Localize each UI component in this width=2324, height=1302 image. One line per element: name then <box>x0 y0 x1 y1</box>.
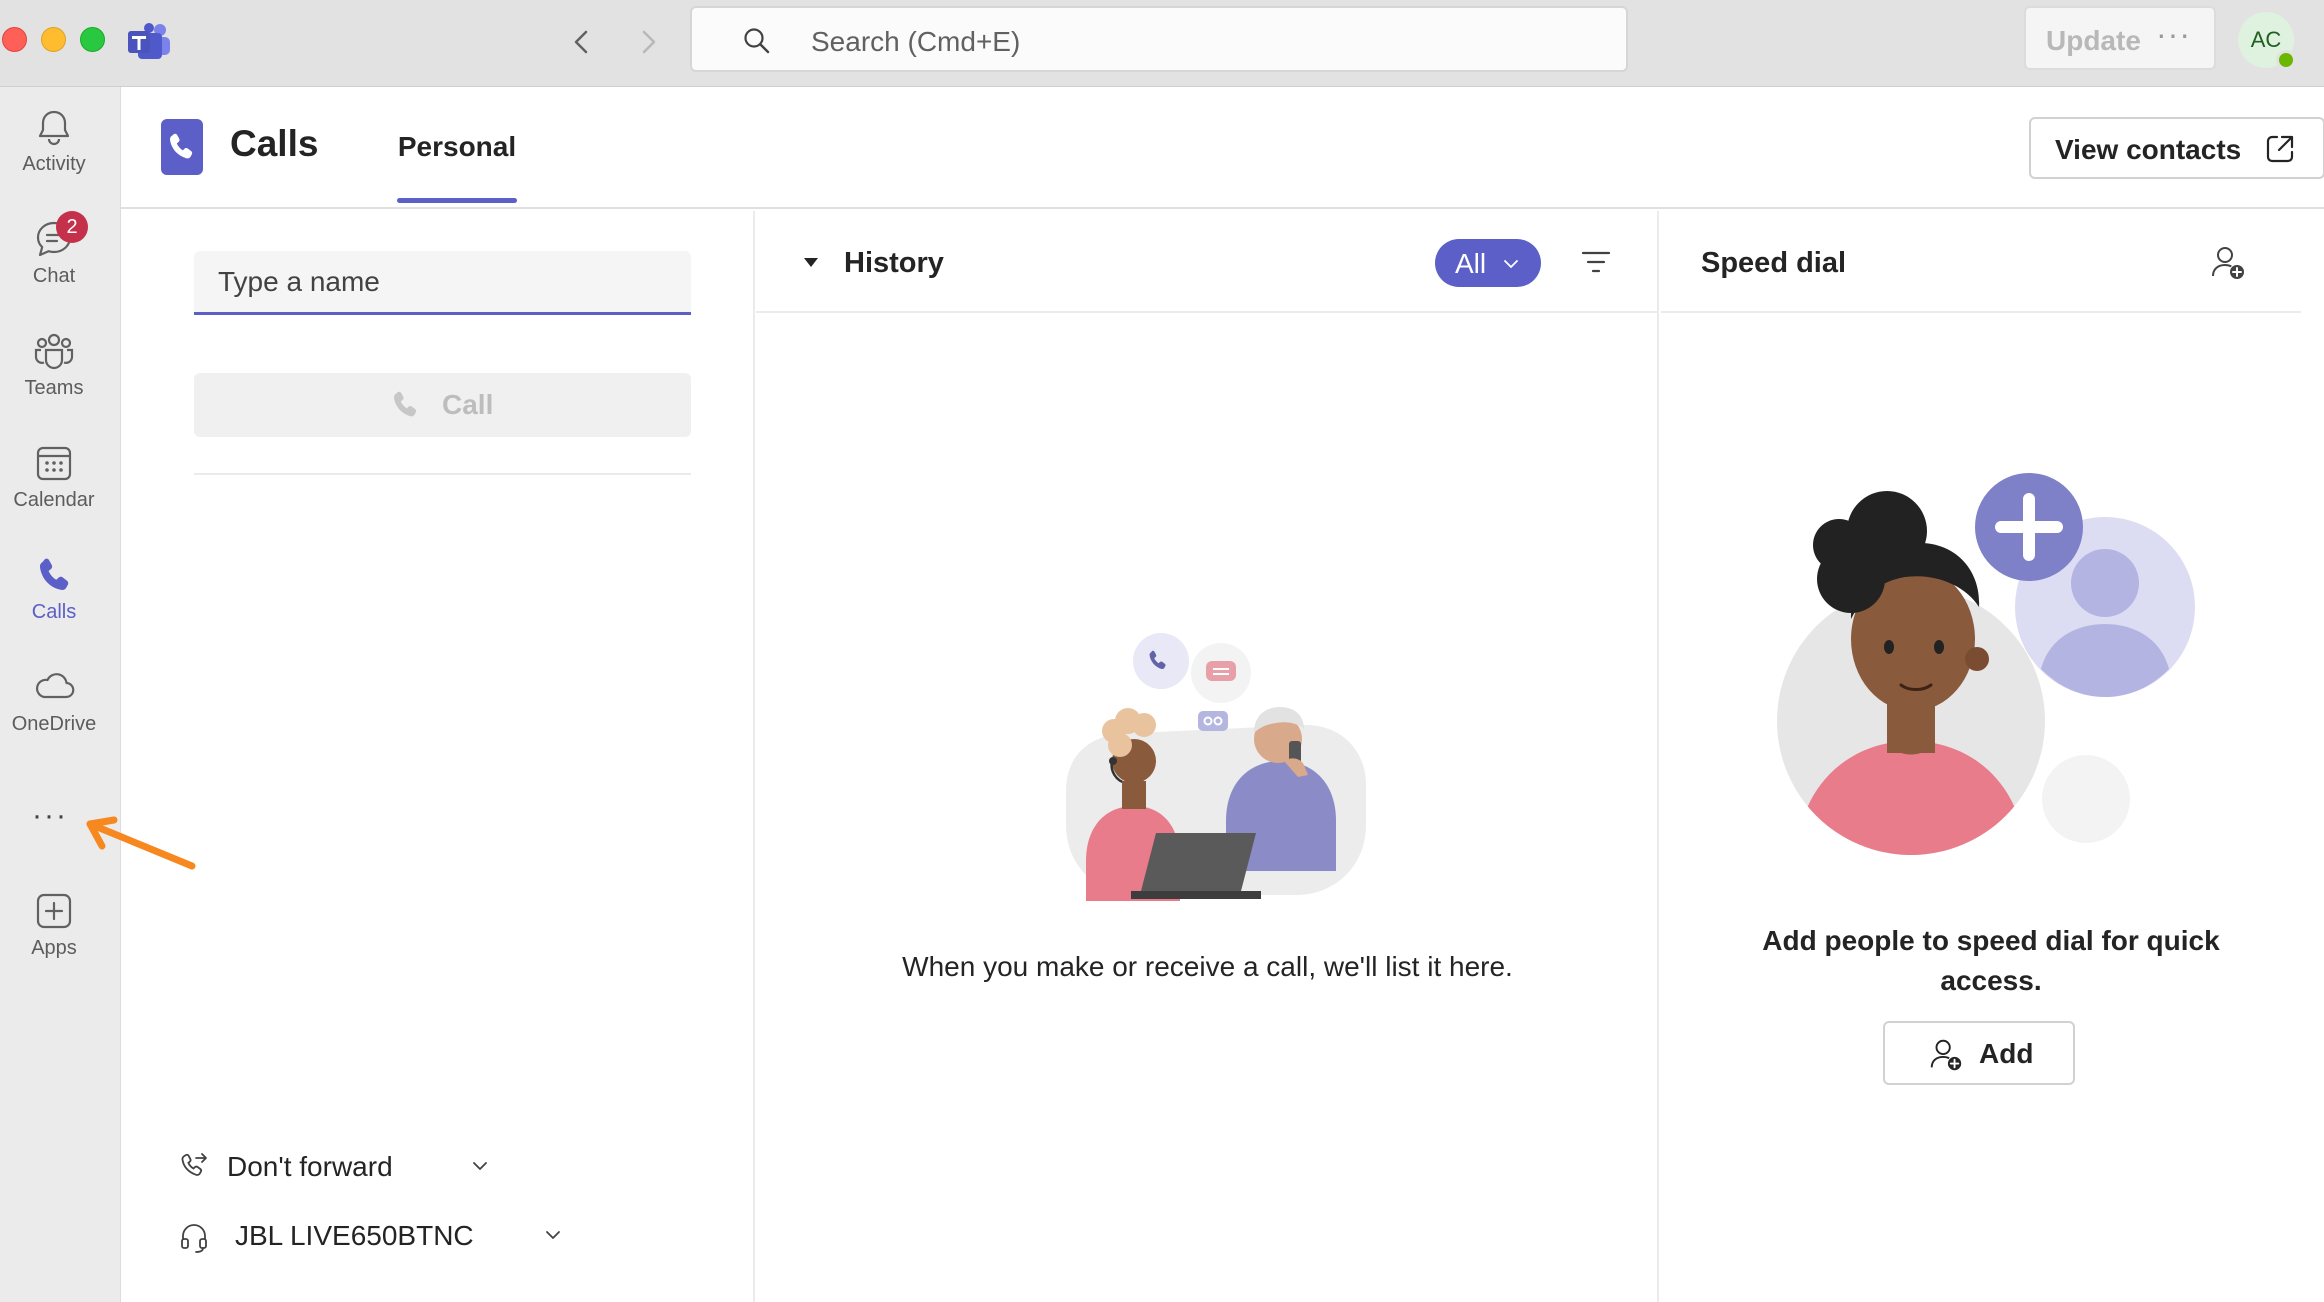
call-history-illustration <box>1066 633 1366 901</box>
view-contacts-label: View contacts <box>2055 134 2242 165</box>
search-placeholder: Search (Cmd+E) <box>811 26 1021 57</box>
forward-arrow-icon[interactable] <box>628 22 668 62</box>
add-speed-dial-label: Add <box>1979 1038 2034 1069</box>
teams-icon <box>34 333 74 370</box>
calls-header: Calls Personal View contacts <box>121 87 2324 209</box>
add-contact-icon <box>1930 1039 1962 1071</box>
page-title: Calls <box>230 123 319 164</box>
rail-item-teams[interactable]: Teams <box>0 329 108 400</box>
speed-dial-header: Speed dial <box>1661 211 2301 313</box>
history-filter-dropdown[interactable]: All <box>1435 239 1541 287</box>
window-minimize-button[interactable] <box>41 27 66 52</box>
call-forwarding-label: Don't forward <box>227 1151 393 1182</box>
rail-item-calendar[interactable]: Calendar <box>0 441 108 512</box>
more-apps-icon[interactable]: ··· <box>32 799 68 833</box>
tab-personal[interactable]: Personal <box>387 87 527 209</box>
audio-device-dropdown[interactable]: JBL LIVE650BTNC <box>176 1214 676 1258</box>
calendar-icon <box>36 446 72 481</box>
more-options-icon[interactable]: ··· <box>2156 16 2191 53</box>
presence-status-icon <box>2276 50 2296 70</box>
rail-item-apps[interactable]: Apps <box>0 889 108 960</box>
call-button[interactable]: Call <box>194 373 691 437</box>
filter-icon[interactable] <box>1580 249 1612 275</box>
history-filter-label: All <box>1455 248 1487 279</box>
back-arrow-icon[interactable] <box>562 22 602 62</box>
app-rail: Activity 2 Chat Teams Calendar Calls One… <box>0 87 121 1302</box>
chevron-down-icon <box>473 1162 487 1170</box>
history-empty-message: When you make or receive a call, we'll l… <box>902 951 1513 982</box>
rail-label-calls: Calls <box>31 601 77 623</box>
collapse-caret-icon[interactable] <box>803 256 819 268</box>
history-header: History All <box>756 211 1659 313</box>
bell-icon <box>38 110 70 146</box>
history-panel: History All When you make or receive a c… <box>756 211 1659 1302</box>
call-forwarding-dropdown[interactable]: Don't forward <box>176 1145 576 1189</box>
call-forward-icon <box>181 1153 207 1176</box>
rail-label-chat: Chat <box>32 265 76 287</box>
view-contacts-button[interactable]: View contacts <box>2029 117 2324 179</box>
window-close-button[interactable] <box>2 27 27 52</box>
tab-selected-indicator <box>397 198 517 203</box>
rail-item-chat[interactable]: 2 Chat <box>0 211 108 288</box>
title-bar: Search (Cmd+E) Update ··· AC <box>0 0 2324 87</box>
speed-dial-empty-message: Add people to speed dial for quick acces… <box>1762 925 2220 996</box>
rail-item-calls[interactable]: Calls <box>0 553 108 624</box>
rail-item-onedrive[interactable]: OneDrive <box>0 665 108 736</box>
rail-label-activity: Activity <box>22 153 86 175</box>
annotation-arrow-icon <box>86 816 196 870</box>
chevron-down-icon <box>546 1231 560 1239</box>
search-input[interactable]: Search (Cmd+E) <box>690 6 1628 72</box>
avatar-initials: AC <box>2250 27 2282 52</box>
rail-label-teams: Teams <box>24 377 84 399</box>
chevron-down-icon <box>1504 260 1518 268</box>
window-maximize-button[interactable] <box>80 27 105 52</box>
rail-label-calendar: Calendar <box>13 489 95 511</box>
speed-dial-illustration <box>1777 473 2195 855</box>
headset-icon <box>181 1224 207 1253</box>
tab-personal-label: Personal <box>397 131 517 162</box>
divider <box>194 473 691 475</box>
add-contact-icon[interactable] <box>2208 243 2248 283</box>
phone-icon <box>393 391 417 417</box>
history-title: History <box>844 247 944 279</box>
call-label: Call <box>442 389 494 420</box>
speed-dial-title: Speed dial <box>1701 247 1847 279</box>
update-label: Update <box>2046 25 2141 56</box>
rail-label-apps: Apps <box>31 937 77 959</box>
teams-logo-icon <box>128 23 170 59</box>
speed-dial-panel: Speed dial Add people to speed dial for … <box>1661 211 2324 1302</box>
add-speed-dial-button[interactable]: Add <box>1883 1021 2075 1085</box>
rail-item-activity[interactable]: Activity <box>0 105 108 176</box>
open-external-icon <box>2266 135 2294 163</box>
dialer-panel: Call Don't forward JBL LIVE650BTNC <box>121 211 755 1302</box>
audio-device-label: JBL LIVE650BTNC <box>235 1220 474 1251</box>
search-icon <box>744 28 770 54</box>
phone-icon <box>39 558 69 591</box>
update-button[interactable]: Update ··· <box>2024 6 2216 70</box>
calls-app-icon <box>161 119 203 175</box>
name-input[interactable] <box>194 251 691 315</box>
unread-badge: 2 <box>56 211 88 243</box>
rail-label-onedrive: OneDrive <box>11 713 97 735</box>
cloud-icon <box>35 673 75 699</box>
avatar[interactable]: AC <box>2238 12 2296 70</box>
